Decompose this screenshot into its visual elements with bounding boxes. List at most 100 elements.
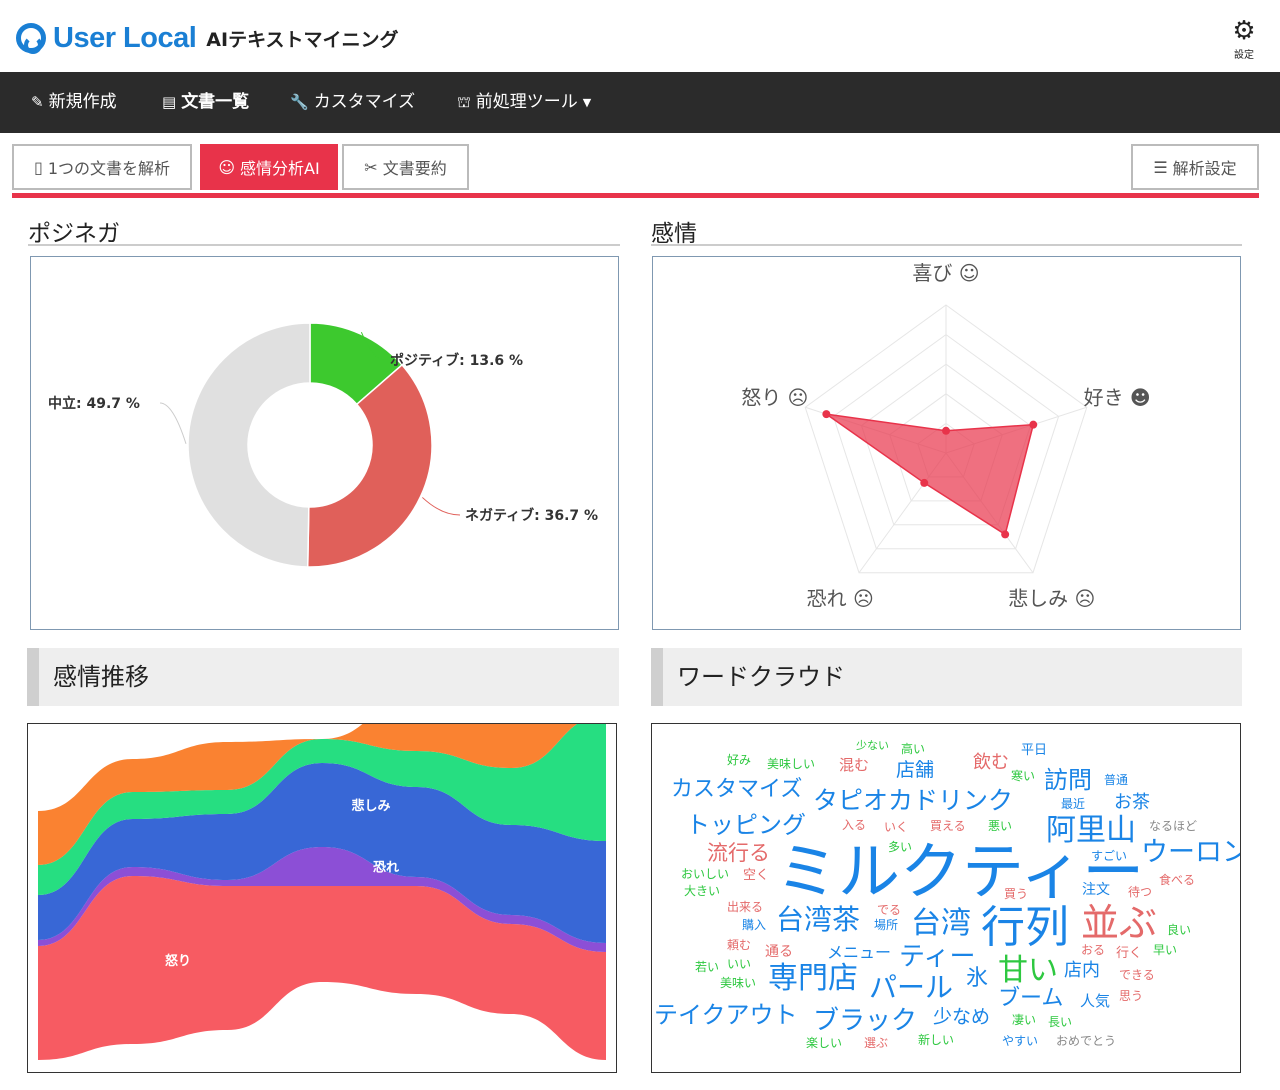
document-icon: ▤: [162, 93, 177, 111]
wordcloud-word[interactable]: 店舗: [896, 761, 934, 780]
wordcloud-word[interactable]: 場所: [874, 919, 898, 931]
wordcloud-word[interactable]: お茶: [1114, 794, 1150, 812]
radar-axis-label-3: 恐れ ☹: [807, 587, 874, 611]
wordcloud-word[interactable]: やすい: [1002, 1035, 1038, 1047]
wordcloud-word[interactable]: 良い: [1167, 924, 1191, 936]
settings-button[interactable]: ⚙ 設定: [1230, 18, 1258, 61]
wordcloud-word[interactable]: 人気: [1080, 994, 1110, 1009]
wordcloud-word[interactable]: 買う: [1004, 888, 1028, 900]
nav-documents[interactable]: ▤ 文書一覧: [162, 72, 249, 133]
wordcloud-word[interactable]: タピオカドリンク: [813, 788, 1013, 813]
wordcloud-word[interactable]: 購入: [742, 919, 766, 931]
wordcloud-word[interactable]: 流行る: [707, 843, 770, 864]
donut-leader-line: [159, 402, 187, 444]
wordcloud-word[interactable]: 注文: [1082, 883, 1110, 897]
wordcloud-word[interactable]: 平日: [1021, 744, 1047, 757]
app-header: User Local AIテキストマイニング ⚙ 設定: [0, 0, 1280, 72]
wordcloud-word[interactable]: 長い: [1048, 1016, 1072, 1028]
wordcloud-word[interactable]: 行列: [981, 906, 1069, 950]
wordcloud-word[interactable]: 台湾: [911, 909, 971, 939]
analysis-settings-button[interactable]: ☰ 解析設定: [1131, 144, 1259, 190]
tab-analyze-document-label: 1つの文書を解析: [47, 159, 170, 178]
wordcloud-word[interactable]: おる: [1081, 944, 1105, 956]
nav-preprocess[interactable]: ⛫ 前処理ツール ▼: [457, 72, 591, 133]
tab-summary[interactable]: ✂ 文書要約: [342, 144, 469, 190]
wordcloud-word[interactable]: 好み: [727, 754, 751, 766]
wordcloud-word[interactable]: ブーム: [998, 988, 1063, 1010]
wordcloud-word[interactable]: 悪い: [988, 820, 1012, 832]
wordcloud-word[interactable]: すごい: [1091, 850, 1127, 862]
wordcloud-word[interactable]: なるほど: [1149, 820, 1197, 832]
wordcloud-panel: ミルクティー 行列 並ぶ 台湾 阿里山 ウーロン 台湾茶 専門店 パール ティー 甘い タピオカドリン…: [651, 723, 1241, 1073]
main-navbar: ✎ 新規作成 ▤ 文書一覧 🔧 カスタマイズ ⛫ 前処理ツール ▼: [0, 72, 1280, 133]
tab-summary-label: 文書要約: [382, 159, 447, 178]
wordcloud-word[interactable]: トッピング: [686, 813, 806, 837]
nav-new[interactable]: ✎ 新規作成: [31, 72, 117, 133]
wordcloud-word[interactable]: 寒い: [1011, 770, 1035, 782]
wordcloud-word[interactable]: 台湾茶: [776, 906, 860, 934]
wordcloud-word[interactable]: 多い: [888, 841, 912, 853]
wordcloud-word[interactable]: でる: [877, 904, 901, 916]
wordcloud-word[interactable]: 高い: [901, 743, 925, 755]
wordcloud-word[interactable]: いい: [727, 958, 751, 970]
wordcloud-word[interactable]: ティー: [899, 944, 975, 970]
wordcloud-word[interactable]: 甘い: [998, 956, 1058, 986]
wordcloud-word[interactable]: 阿里山: [1046, 816, 1136, 846]
wordcloud-word[interactable]: ウーロン: [1141, 839, 1240, 866]
wordcloud-word[interactable]: 入る: [842, 819, 866, 831]
wordcloud-word[interactable]: 頼む: [727, 939, 751, 951]
wordcloud-word[interactable]: できる: [1119, 969, 1155, 981]
wordcloud-word[interactable]: 飲む: [973, 754, 1009, 772]
wordcloud-word[interactable]: 空く: [743, 869, 769, 882]
wordcloud-word[interactable]: 通る: [765, 945, 793, 959]
stream-label-喜び: 喜び: [38, 784, 65, 800]
tab-underline: [12, 193, 1259, 198]
wordcloud-word[interactable]: 買える: [930, 820, 966, 832]
wrench-icon: 🔧: [290, 93, 309, 111]
radar-point-3: [920, 478, 929, 487]
wordcloud-word[interactable]: パール: [869, 974, 953, 1002]
wordcloud-word[interactable]: 思う: [1119, 990, 1143, 1002]
wordcloud-word[interactable]: 食べる: [1159, 874, 1195, 886]
wordcloud-word[interactable]: 並ぶ: [1081, 904, 1157, 942]
wordcloud-word[interactable]: 若い: [695, 961, 719, 973]
posinega-donut-chart: ポジティブ: 13.6 % ネガティブ: 36.7 % 中立: 49.7 %: [48, 322, 598, 568]
wordcloud-word[interactable]: 訪問: [1044, 768, 1092, 792]
wordcloud-word[interactable]: ブラック: [813, 1008, 917, 1034]
radar-point-4: [822, 410, 831, 419]
wordcloud-word[interactable]: 専門店: [768, 964, 858, 994]
settings-label: 設定: [1234, 50, 1254, 61]
wordcloud-word[interactable]: 待つ: [1128, 886, 1152, 898]
wordcloud-word[interactable]: 大きい: [684, 885, 720, 897]
wordcloud-word[interactable]: テイクアウト: [654, 1003, 798, 1027]
tab-analyze-document[interactable]: ▯ 1つの文書を解析: [12, 144, 192, 190]
wordcloud-word[interactable]: 楽しい: [806, 1037, 842, 1049]
wordcloud-word[interactable]: 行く: [1116, 947, 1142, 960]
wordcloud-word[interactable]: 美味い: [720, 977, 756, 989]
wordcloud-word[interactable]: 混む: [839, 758, 869, 773]
nav-customize[interactable]: 🔧 カスタマイズ: [290, 72, 415, 133]
brand-logo[interactable]: User Local AIテキストマイニング: [16, 20, 399, 56]
wordcloud-word[interactable]: 少ない: [856, 740, 889, 751]
wordcloud-word[interactable]: 美味しい: [767, 758, 815, 770]
wordcloud-word[interactable]: カスタマイズ: [671, 779, 802, 801]
radar-point-2: [1001, 530, 1010, 539]
wordcloud-word[interactable]: 凄い: [1012, 1014, 1036, 1026]
wordcloud-word[interactable]: おめでとう: [1056, 1035, 1116, 1047]
section-rule-posinega: [28, 244, 620, 246]
wordcloud-word[interactable]: メニュー: [827, 945, 891, 961]
wordcloud-word[interactable]: 氷: [966, 968, 988, 990]
wordcloud-word[interactable]: 最近: [1061, 798, 1085, 810]
document-outline-icon: ▯: [34, 157, 43, 177]
tab-emotion-ai[interactable]: ☺ 感情分析AI: [200, 144, 338, 190]
wordcloud-word[interactable]: 早い: [1153, 944, 1177, 956]
wordcloud-word[interactable]: 少なめ: [933, 1008, 990, 1027]
wordcloud-word[interactable]: おいしい: [681, 868, 729, 880]
wordcloud-word[interactable]: いく: [884, 821, 908, 833]
donut-label-1: ネガティブ: 36.7 %: [465, 507, 598, 524]
wordcloud-word[interactable]: 出来る: [727, 901, 763, 913]
wordcloud-word[interactable]: 新しい: [918, 1034, 954, 1046]
wordcloud-word[interactable]: 店内: [1064, 962, 1100, 980]
wordcloud-word[interactable]: 選ぶ: [864, 1037, 888, 1049]
wordcloud-word[interactable]: 普通: [1104, 774, 1128, 786]
